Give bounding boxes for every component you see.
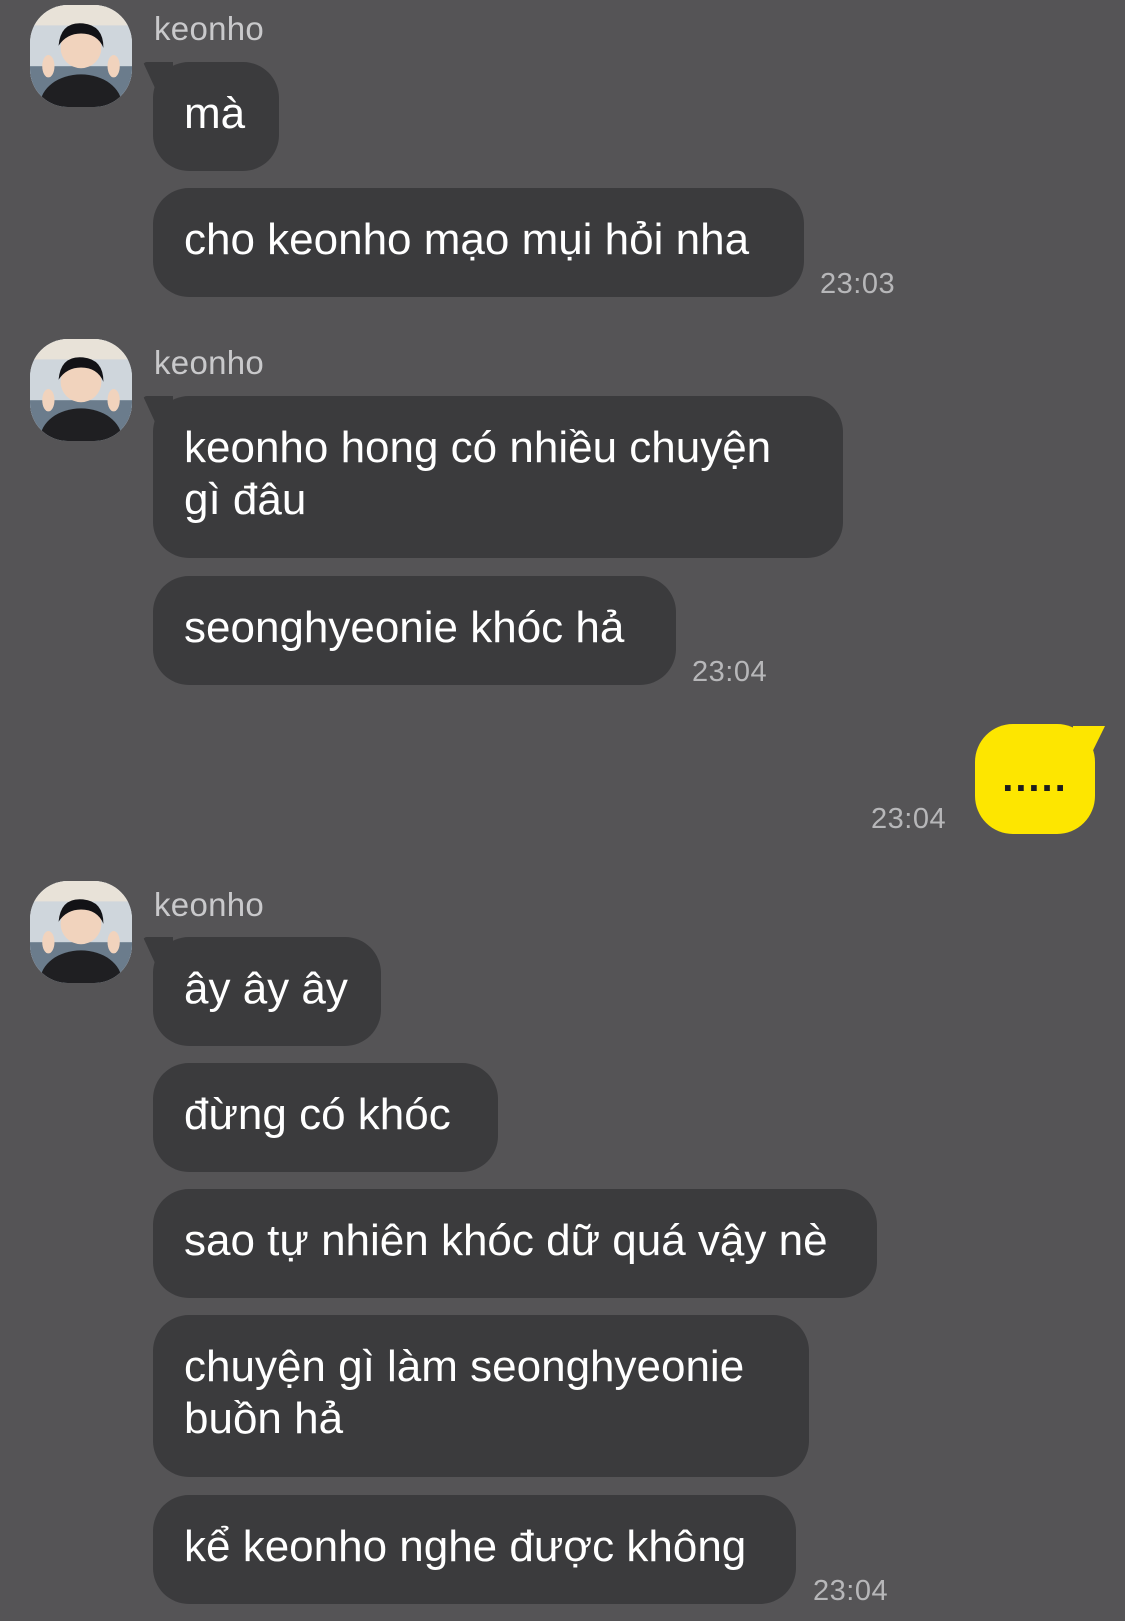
avatar[interactable] bbox=[30, 339, 132, 441]
message-bubble[interactable]: chuyện gì làm seonghyeonie buồn hả bbox=[153, 1315, 809, 1477]
my-message-bubble[interactable]: ..... bbox=[975, 724, 1095, 834]
message-bubble[interactable]: cho keonho mạo mụi hỏi nha bbox=[153, 188, 804, 297]
sender-name: keonho bbox=[154, 886, 265, 923]
message-bubble[interactable]: mà bbox=[153, 62, 279, 171]
profile-photo-icon bbox=[30, 339, 132, 441]
my-message-time: 23:04 bbox=[871, 803, 947, 835]
message-bubble[interactable]: kể keonho nghe được không bbox=[153, 1495, 796, 1604]
message-bubble[interactable]: keonho hong có nhiều chuyện gì đâu bbox=[153, 396, 843, 558]
sender-name: keonho bbox=[154, 10, 265, 47]
avatar[interactable] bbox=[30, 881, 132, 983]
message-bubble[interactable]: ây ây ây bbox=[153, 937, 381, 1046]
sender-name: keonho bbox=[154, 344, 265, 381]
message-time: 23:04 bbox=[692, 656, 768, 688]
avatar[interactable] bbox=[30, 5, 132, 107]
message-bubble[interactable]: đừng có khóc bbox=[153, 1063, 498, 1172]
message-bubble[interactable]: sao tự nhiên khóc dữ quá vậy nè bbox=[153, 1189, 877, 1298]
message-time: 23:04 bbox=[813, 1575, 889, 1607]
message-bubble[interactable]: seonghyeonie khóc hả bbox=[153, 576, 676, 685]
message-time: 23:03 bbox=[820, 268, 896, 300]
profile-photo-icon bbox=[30, 5, 132, 107]
profile-photo-icon bbox=[30, 881, 132, 983]
